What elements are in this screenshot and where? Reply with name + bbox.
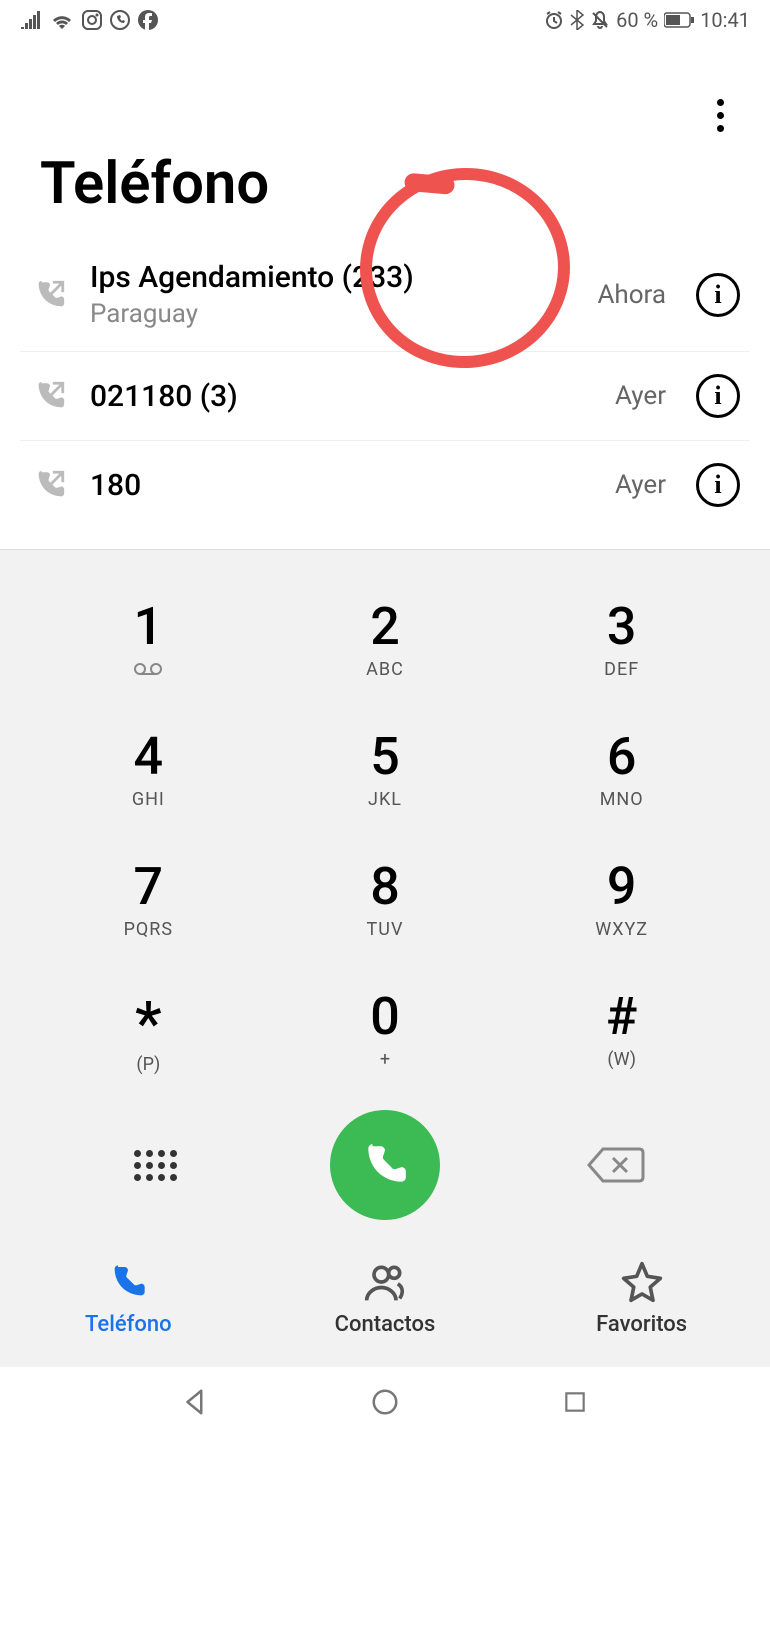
key-3[interactable]: 3 DEF xyxy=(513,580,730,700)
clock-time: 10:41 xyxy=(700,8,750,32)
backspace-button[interactable] xyxy=(585,1145,645,1185)
outgoing-call-icon xyxy=(30,278,70,312)
call-name: 180 xyxy=(90,468,595,503)
key-0[interactable]: 0 + xyxy=(277,970,494,1090)
nav-back-button[interactable] xyxy=(175,1382,215,1422)
call-time: Ayer xyxy=(615,381,666,411)
nav-home-button[interactable] xyxy=(365,1382,405,1422)
whatsapp-icon xyxy=(110,10,130,30)
alarm-icon xyxy=(544,10,564,30)
call-info-button[interactable]: i xyxy=(696,273,740,317)
signal-icon xyxy=(20,11,42,29)
nav-recent-button[interactable] xyxy=(555,1382,595,1422)
status-bar: 60 % 10:41 xyxy=(0,0,770,40)
tab-label: Contactos xyxy=(335,1312,436,1337)
tab-contacts[interactable]: Contactos xyxy=(258,1260,512,1337)
dialpad: 1 2 ABC 3 DEF 4 GHI 5 JKL 6 MNO 7 PQRS xyxy=(40,580,730,1090)
bottom-tabs: Teléfono Contactos Favoritos xyxy=(0,1240,770,1367)
dial-button[interactable] xyxy=(330,1110,440,1220)
battery-percent: 60 % xyxy=(616,8,658,32)
outgoing-call-icon xyxy=(30,468,70,502)
key-star[interactable]: * (P) xyxy=(40,970,257,1090)
contacts-icon xyxy=(363,1260,407,1304)
key-1[interactable]: 1 xyxy=(40,580,257,700)
star-icon xyxy=(620,1260,664,1304)
page-title: Teléfono xyxy=(40,150,730,218)
outgoing-call-icon xyxy=(30,379,70,413)
key-8[interactable]: 8 TUV xyxy=(277,840,494,960)
key-4[interactable]: 4 GHI xyxy=(40,710,257,830)
tab-phone[interactable]: Teléfono xyxy=(1,1260,255,1337)
call-log-item[interactable]: 021180 (3) Ayer i xyxy=(20,352,750,441)
wifi-icon xyxy=(50,11,74,29)
key-7[interactable]: 7 PQRS xyxy=(40,840,257,960)
key-9[interactable]: 9 WXYZ xyxy=(513,840,730,960)
voicemail-icon xyxy=(133,661,163,680)
dialpad-toggle-button[interactable] xyxy=(134,1150,177,1181)
key-6[interactable]: 6 MNO xyxy=(513,710,730,830)
mute-icon xyxy=(590,10,610,30)
call-log-item[interactable]: Ips Agendamiento (233) Paraguay Ahora i xyxy=(20,238,750,352)
facebook-icon xyxy=(138,10,158,30)
battery-icon xyxy=(664,12,694,28)
instagram-icon xyxy=(82,10,102,30)
call-log: Ips Agendamiento (233) Paraguay Ahora i … xyxy=(0,238,770,529)
phone-icon xyxy=(108,1260,148,1304)
key-hash[interactable]: # (W) xyxy=(513,970,730,1090)
call-location: Paraguay xyxy=(90,299,577,329)
tab-favorites[interactable]: Favoritos xyxy=(515,1260,769,1337)
key-5[interactable]: 5 JKL xyxy=(277,710,494,830)
call-name: 021180 (3) xyxy=(90,379,595,414)
tab-label: Teléfono xyxy=(85,1312,172,1337)
call-info-button[interactable]: i xyxy=(696,374,740,418)
more-options-button[interactable] xyxy=(700,90,740,140)
dialpad-section: 1 2 ABC 3 DEF 4 GHI 5 JKL 6 MNO 7 PQRS xyxy=(0,549,770,1240)
bluetooth-icon xyxy=(570,10,584,30)
app-header: Teléfono xyxy=(0,40,770,238)
call-name: Ips Agendamiento (233) xyxy=(90,260,577,295)
system-nav-bar xyxy=(0,1367,770,1437)
call-log-item[interactable]: 180 Ayer i xyxy=(20,441,750,529)
call-time: Ayer xyxy=(615,470,666,500)
dialpad-action-row xyxy=(40,1100,730,1230)
call-info-button[interactable]: i xyxy=(696,463,740,507)
call-time: Ahora xyxy=(597,280,666,310)
key-2[interactable]: 2 ABC xyxy=(277,580,494,700)
tab-label: Favoritos xyxy=(596,1312,687,1337)
